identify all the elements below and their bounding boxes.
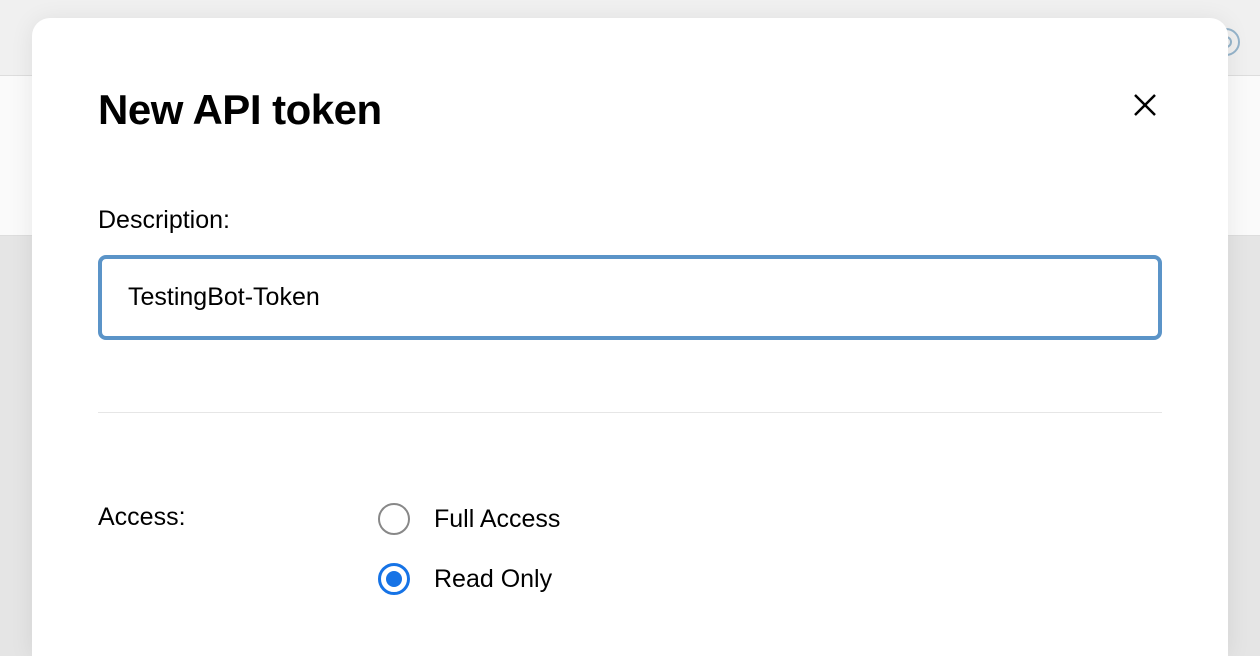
access-options: Full Access Read Only <box>378 503 1162 623</box>
close-icon <box>1130 90 1160 120</box>
radio-label-read-only: Read Only <box>434 565 552 594</box>
radio-full-access[interactable]: Full Access <box>378 503 1162 535</box>
radio-read-only[interactable]: Read Only <box>378 563 1162 595</box>
new-api-token-modal: New API token Description: Access: Full … <box>32 18 1228 656</box>
access-section: Access: Full Access Read Only <box>98 503 1162 623</box>
description-field: Description: <box>98 206 1162 340</box>
access-label: Access: <box>98 503 378 532</box>
modal-title: New API token <box>98 86 382 134</box>
radio-button-icon <box>378 563 410 595</box>
radio-button-icon <box>378 503 410 535</box>
description-input[interactable] <box>98 255 1162 340</box>
access-label-column: Access: <box>98 503 378 623</box>
modal-header: New API token <box>98 86 1162 134</box>
radio-label-full-access: Full Access <box>434 505 560 534</box>
section-divider <box>98 412 1162 413</box>
description-label: Description: <box>98 206 1162 235</box>
close-button[interactable] <box>1128 88 1162 127</box>
